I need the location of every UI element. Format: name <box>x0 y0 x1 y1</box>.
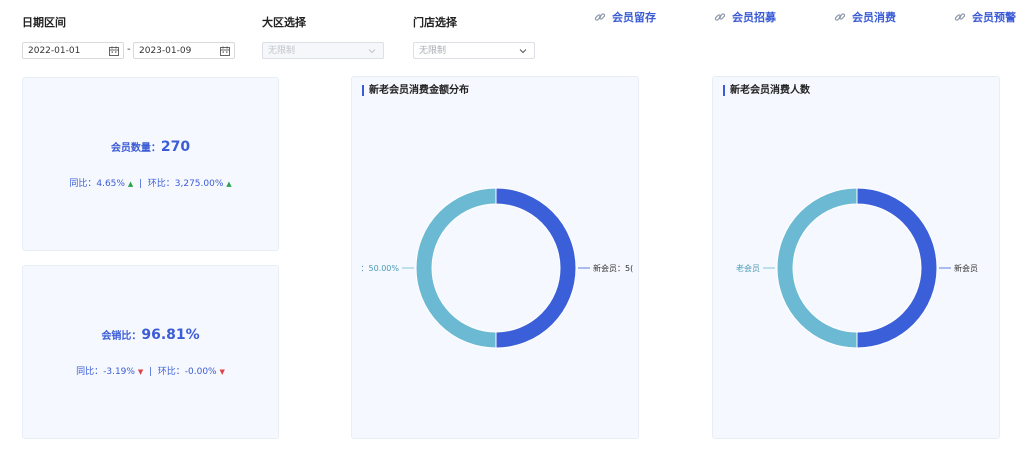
end-date-input[interactable]: 2023-01-09 <box>133 42 235 59</box>
date-separator: - <box>127 44 131 55</box>
divider: | <box>148 367 153 377</box>
chevron-down-icon <box>519 49 527 54</box>
calendar-icon[interactable] <box>109 46 119 56</box>
slice-label: 老会员 <box>736 263 760 273</box>
nav-link-label: 会员消费 <box>852 11 896 24</box>
sales-ratio-comparison: 同比：-3.19% ▼ | 环比：-0.00% ▼ <box>23 364 278 377</box>
nav-link-label: 会员留存 <box>612 11 656 24</box>
consumption-count-chart-card: 新老会员消费人数 新会员 老会员 <box>712 76 1000 439</box>
start-date-value: 2022-01-01 <box>28 46 81 56</box>
pie-slice-new-member[interactable] <box>856 187 938 349</box>
consumption-amount-chart-card: 新老会员消费金额分布 新会员：5(：50.00% <box>351 76 639 439</box>
member-count-card: 会员数量：270 同比：4.65% ▲ | 环比：3,275.00% ▲ <box>22 77 279 251</box>
nav-link-label: 会员预警 <box>972 11 1016 24</box>
yoy-label: 同比： <box>76 367 104 377</box>
link-icon <box>714 13 726 21</box>
member-count-value: 270 <box>160 139 191 155</box>
sales-ratio-label: 会销比： <box>101 331 142 342</box>
chevron-down-icon <box>368 49 376 54</box>
start-date-input[interactable]: 2022-01-01 <box>22 42 124 59</box>
sales-ratio-metric: 会销比：96.81% <box>23 327 278 343</box>
yoy-label: 同比： <box>69 179 97 189</box>
slice-label: ：50.00% <box>360 264 399 273</box>
nav-member-retention[interactable]: 会员留存 <box>594 9 656 25</box>
donut-chart: 新会员：5( ：50.00% <box>360 187 633 349</box>
up-arrow-icon: ▲ <box>127 180 134 188</box>
region-select[interactable]: 无限制 <box>262 42 384 59</box>
sales-ratio-card: 会销比：96.81% 同比：-3.19% ▼ | 环比：-0.00% ▼ <box>22 265 279 439</box>
link-icon <box>594 13 606 21</box>
yoy-value: -3.19% <box>103 367 135 377</box>
mom-label: 环比： <box>147 179 175 189</box>
mom-label: 环比： <box>157 367 185 377</box>
link-icon <box>834 13 846 21</box>
donut-chart: 新会员 老会员 <box>736 187 978 349</box>
date-range-label: 日期区间 <box>22 16 66 29</box>
member-count-metric: 会员数量：270 <box>23 139 278 155</box>
member-count-comparison: 同比：4.65% ▲ | 环比：3,275.00% ▲ <box>23 176 278 189</box>
store-label: 门店选择 <box>413 16 457 29</box>
divider: | <box>138 179 142 189</box>
mom-value: 3,275.00% <box>174 179 224 189</box>
link-icon <box>954 13 966 21</box>
member-count-label: 会员数量： <box>110 143 161 154</box>
slice-label: 新会员 <box>954 263 978 273</box>
down-arrow-icon: ▼ <box>137 368 144 376</box>
nav-member-recruit[interactable]: 会员招募 <box>714 9 776 25</box>
nav-member-consumption[interactable]: 会员消费 <box>834 9 896 25</box>
calendar-icon[interactable] <box>220 46 230 56</box>
store-select-value: 无限制 <box>419 46 447 56</box>
nav-link-label: 会员招募 <box>732 11 776 24</box>
yoy-value: 4.65% <box>96 179 125 189</box>
down-arrow-icon: ▼ <box>219 368 225 376</box>
pie-slice-old-member[interactable] <box>776 187 858 349</box>
pie-slice-old-member[interactable] <box>415 187 497 349</box>
end-date-value: 2023-01-09 <box>139 46 192 56</box>
mom-value: -0.00% <box>184 367 217 377</box>
sales-ratio-value: 96.81% <box>141 327 200 343</box>
nav-member-warning[interactable]: 会员预警 <box>954 9 1016 25</box>
up-arrow-icon: ▲ <box>226 180 232 188</box>
region-label: 大区选择 <box>262 16 306 29</box>
pie-slice-new-member[interactable] <box>495 187 577 349</box>
region-select-value: 无限制 <box>268 46 296 56</box>
slice-label: 新会员：5( <box>593 263 633 273</box>
store-select[interactable]: 无限制 <box>413 42 535 59</box>
